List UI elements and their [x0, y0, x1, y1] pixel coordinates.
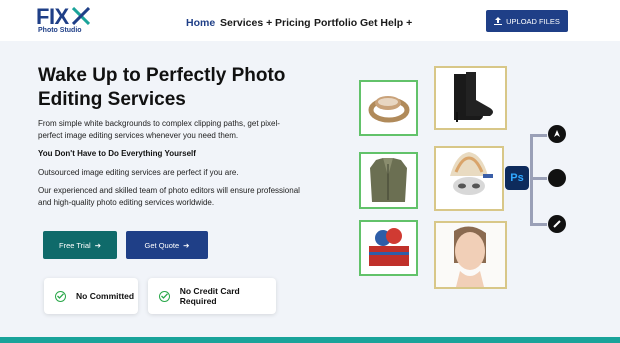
- check-circle-icon: [159, 290, 170, 302]
- hero-paragraph: Outsourced image editing services are pe…: [38, 168, 239, 177]
- gallery-image-mask: [434, 146, 504, 211]
- nav-services[interactable]: Services +: [220, 17, 272, 29]
- pen-tool-icon: [548, 125, 566, 143]
- gallery-image-gift: [359, 220, 418, 276]
- get-quote-label: Get Quote: [144, 240, 180, 250]
- upload-files-label: UPLOAD FILES: [506, 16, 560, 26]
- free-trial-button[interactable]: Free Trial ➔: [43, 231, 117, 259]
- free-trial-label: Free Trial: [59, 240, 91, 250]
- hero-title: Wake Up to Perfectly Photo Editing Servi…: [38, 65, 286, 110]
- site-header: FIX Photo Studio Home Services + Pricing…: [0, 0, 620, 41]
- feature-card: No Credit Card Required: [148, 278, 276, 314]
- gallery-image-ring: [359, 80, 418, 136]
- logo-swoosh-icon: [72, 7, 90, 25]
- feature-card: No Committed: [44, 278, 138, 314]
- hero-paragraph: From simple white backgrounds to complex…: [38, 119, 280, 140]
- get-quote-button[interactable]: Get Quote ➔: [126, 231, 208, 259]
- upload-icon: [494, 17, 503, 25]
- blank-tool-icon: [548, 169, 566, 187]
- gallery-image-boots: [434, 66, 507, 130]
- hero-paragraph: Our experienced and skilled team of phot…: [38, 186, 300, 207]
- logo-subtitle: Photo Studio: [38, 27, 82, 34]
- arrow-right-icon: ➔: [183, 240, 190, 250]
- brush-tool-icon: [548, 215, 566, 233]
- logo[interactable]: FIX Photo Studio: [36, 4, 92, 36]
- hero-subheading: You Don't Have to Do Everything Yourself: [38, 149, 196, 158]
- ring-image: [368, 96, 410, 123]
- feature-label: No Committed: [76, 291, 135, 301]
- nav-get-help[interactable]: Get Help +: [360, 17, 412, 29]
- feature-label: No Credit Card Required: [179, 286, 240, 306]
- gift-image: [369, 228, 409, 266]
- workflow-connector: [530, 223, 547, 226]
- nav-portfolio[interactable]: Portfolio: [314, 17, 357, 29]
- jacket-image: [370, 158, 407, 202]
- nav-home[interactable]: Home: [186, 17, 215, 29]
- nav-pricing[interactable]: Pricing: [275, 17, 311, 29]
- workflow-connector: [530, 134, 533, 226]
- portrait-image: [436, 223, 505, 287]
- mask-image: [450, 152, 493, 195]
- gallery-image-portrait: [434, 221, 507, 289]
- arrow-right-icon: ➔: [94, 240, 101, 250]
- workflow-connector: [530, 134, 547, 137]
- workflow-connector: [530, 177, 547, 180]
- boots-image: [454, 72, 493, 122]
- photoshop-icon: Ps: [505, 166, 529, 190]
- bottom-accent-bar: [0, 337, 620, 343]
- gallery-image-jacket: [359, 152, 418, 209]
- check-circle-icon: [55, 290, 66, 302]
- upload-files-button[interactable]: UPLOAD FILES: [486, 10, 568, 32]
